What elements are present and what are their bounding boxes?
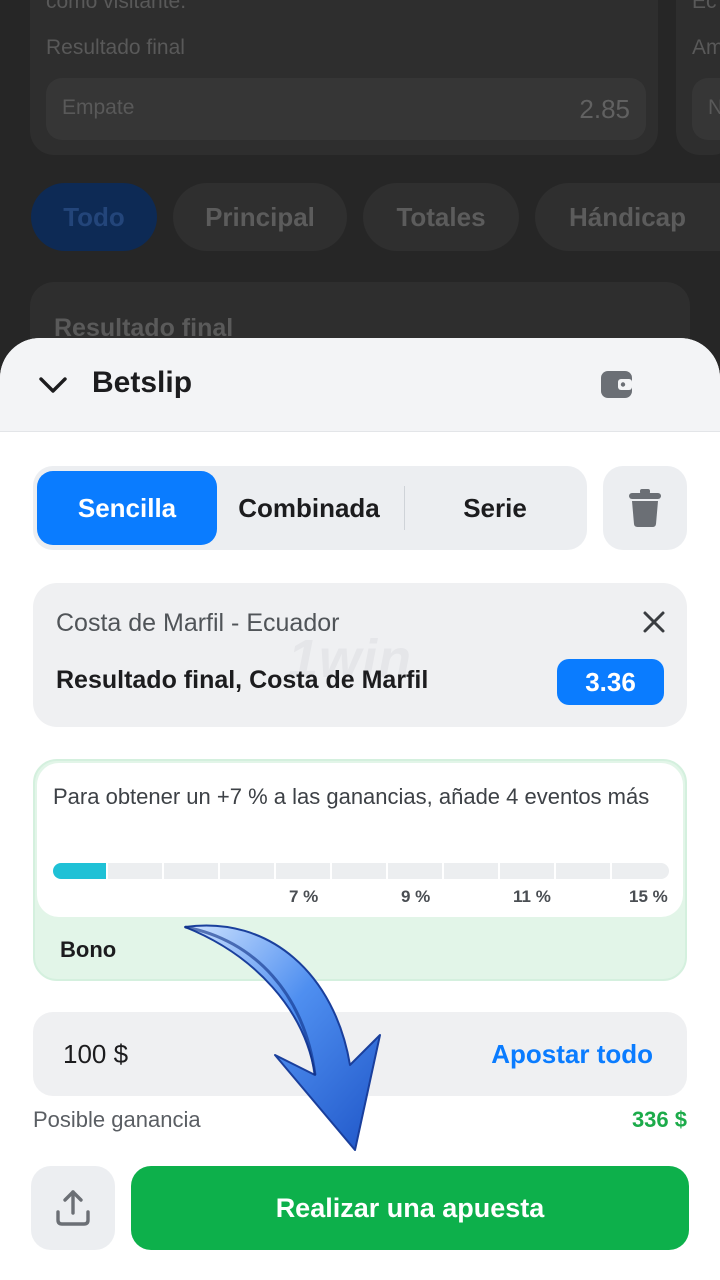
- progress-segment: [612, 863, 669, 879]
- background-option: Empate 2.85: [46, 78, 646, 140]
- bet-match: Costa de Marfil - Ecuador: [56, 609, 340, 637]
- close-icon[interactable]: [641, 609, 667, 635]
- trash-icon: [629, 489, 661, 527]
- background-market-card: como visitante. Resultado final Empate 2…: [30, 0, 658, 155]
- bet-market: Resultado final, Costa de Marfil: [56, 666, 429, 694]
- background-market-card-right: Ec Am N: [676, 0, 720, 155]
- background-tab-todo: Todo: [31, 183, 157, 251]
- progress-segment: [332, 863, 386, 879]
- background-right-text: Ec: [692, 0, 717, 13]
- chevron-down-icon[interactable]: [36, 368, 70, 402]
- progress-segment: [108, 863, 162, 879]
- progress-segment: [388, 863, 442, 879]
- bonus-card: Para obtener un +7 % a las ganancias, añ…: [33, 759, 687, 981]
- bet-type-tabs: Sencilla Combinada Serie: [33, 466, 587, 550]
- progress-tick: 15 %: [629, 887, 668, 906]
- bonus-label: Bono: [60, 937, 117, 962]
- betslip-sheet: Betslip Sencilla Combinada Serie 1win Co…: [0, 338, 720, 1280]
- share-icon: [56, 1190, 90, 1226]
- bonus-progress-bar: [53, 863, 669, 879]
- stake-input[interactable]: 100 $ Apostar todo: [33, 1012, 687, 1096]
- background-tab-handicap: Hándicap: [535, 183, 720, 251]
- betslip-title: Betslip: [92, 366, 193, 399]
- tab-divider: [404, 486, 405, 530]
- progress-segment: [220, 863, 274, 879]
- place-bet-button[interactable]: Realizar una apuesta: [131, 1166, 689, 1250]
- tab-combinada[interactable]: Combinada: [219, 471, 399, 545]
- background-right-label: Am: [692, 36, 720, 59]
- progress-tick: 9 %: [401, 887, 431, 906]
- stake-amount: 100 $: [63, 1039, 129, 1069]
- share-button[interactable]: [31, 1166, 115, 1250]
- background-card-text: como visitante.: [46, 0, 187, 13]
- betslip-header: Betslip: [0, 338, 720, 432]
- possible-win-label: Posible ganancia: [33, 1107, 201, 1132]
- progress-segment: [164, 863, 218, 879]
- progress-fill: [53, 863, 106, 879]
- bonus-progress-panel: Para obtener un +7 % a las ganancias, añ…: [37, 763, 683, 917]
- background-tab-principal: Principal: [173, 183, 347, 251]
- possible-win-value: 336 $: [631, 1107, 687, 1132]
- tab-sencilla[interactable]: Sencilla: [37, 471, 217, 545]
- progress-segment: [500, 863, 554, 879]
- background-card-label: Resultado final: [46, 36, 185, 59]
- bet-odds-badge: 3.36: [557, 659, 664, 705]
- bonus-message: Para obtener un +7 % a las ganancias, añ…: [53, 784, 650, 809]
- clear-betslip-button[interactable]: [603, 466, 687, 550]
- progress-tick: 7 %: [289, 887, 319, 906]
- wallet-icon[interactable]: [600, 368, 634, 402]
- background-right-option: N: [692, 78, 720, 140]
- tab-serie[interactable]: Serie: [407, 471, 583, 545]
- background-option-label: Empate: [62, 96, 135, 119]
- progress-segment: [444, 863, 498, 879]
- background-option-odds: 2.85: [579, 94, 630, 124]
- bet-all-button[interactable]: Apostar todo: [491, 1039, 653, 1070]
- progress-segment: [556, 863, 610, 879]
- bet-item-card: 1win Costa de Marfil - Ecuador Resultado…: [33, 583, 687, 727]
- background-tab-totales: Totales: [363, 183, 519, 251]
- background-right-option-label: N: [708, 96, 720, 119]
- progress-segment: [276, 863, 330, 879]
- progress-tick: 11 %: [513, 887, 551, 906]
